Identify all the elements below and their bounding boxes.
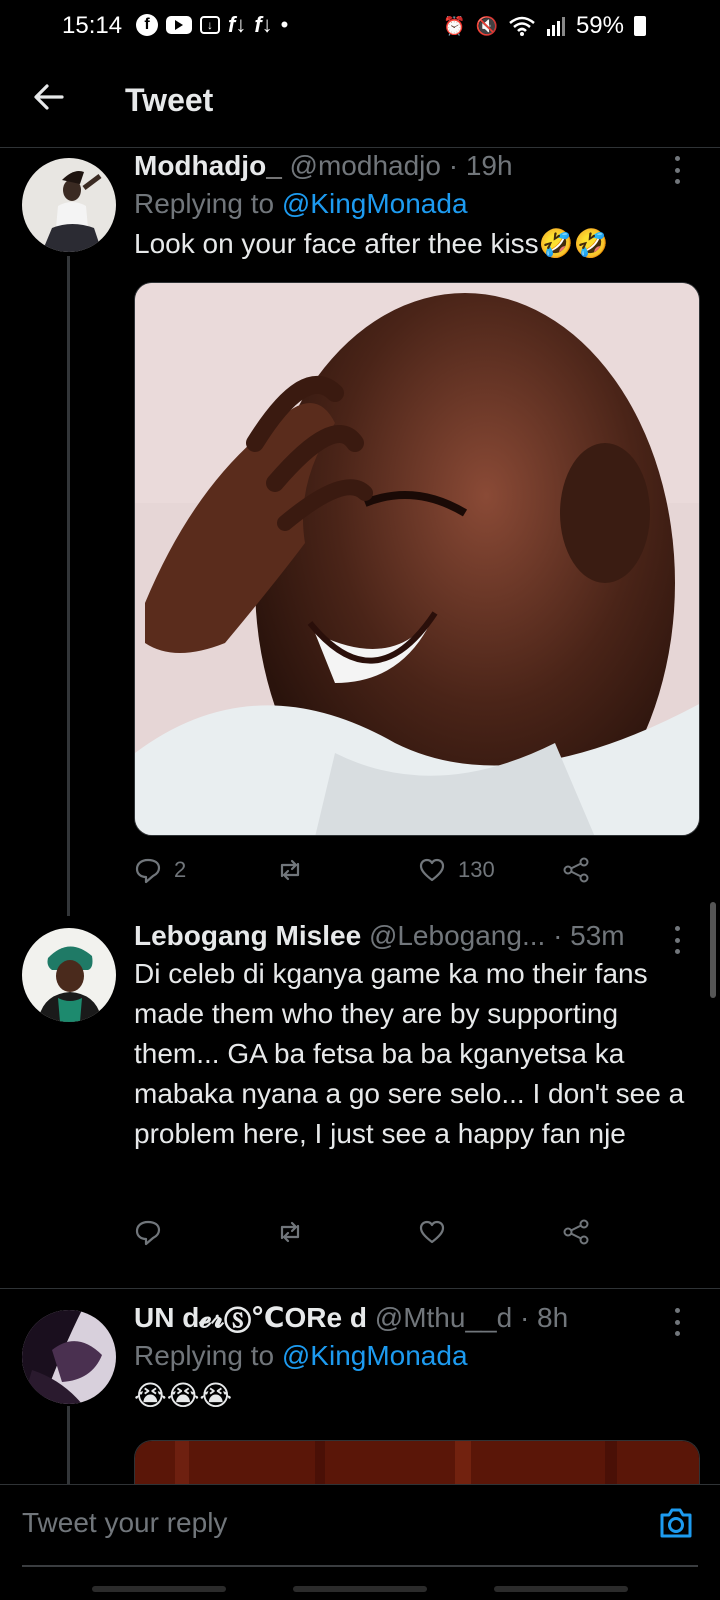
fl-icon: f↓ — [254, 12, 273, 37]
avatar[interactable] — [22, 928, 116, 1022]
like-count: 130 — [458, 857, 495, 882]
replying-to-label: Replying to — [134, 188, 282, 219]
signal-icon — [546, 17, 565, 36]
retweet-icon — [280, 859, 300, 881]
replying-to-link[interactable]: @KingMonada — [282, 188, 468, 219]
like-button[interactable] — [418, 1212, 458, 1252]
top-app-bar: Tweet — [0, 52, 720, 148]
status-bar: 15:14 f ↓ f↓ f↓ • ⏰ 🔇 59% — [0, 0, 720, 52]
mute-icon: 🔇 — [475, 15, 498, 36]
tweet-actions — [134, 1212, 614, 1252]
reply-input[interactable] — [22, 1507, 582, 1539]
tweet-time: · 8h — [519, 1302, 569, 1333]
wifi-icon — [509, 16, 535, 36]
author-name[interactable]: UN d𝓮𝓻Ⓢ℃ORe d — [134, 1302, 367, 1333]
scrollbar[interactable] — [710, 902, 716, 998]
author-name[interactable]: Lebogang Mislee — [134, 920, 361, 951]
reply-button[interactable]: 2 — [134, 850, 186, 890]
tweet[interactable]: UN d𝓮𝓻Ⓢ℃ORe d @Mthu__d · 8h Replying to … — [0, 1300, 720, 1500]
replying-to-label: Replying to — [134, 1340, 282, 1371]
battery-percent: 59% — [575, 12, 624, 39]
tweet-body: UN d𝓮𝓻Ⓢ℃ORe d @Mthu__d · 8h Replying to … — [134, 1300, 690, 1416]
reply-composer — [0, 1484, 720, 1567]
status-time: 15:14 — [62, 12, 123, 39]
replying-to: Replying to @KingMonada — [134, 184, 690, 224]
tweet-text: Look on your face after thee kiss🤣🤣 — [134, 228, 609, 259]
thread-line — [67, 256, 70, 916]
tweet-actions: 2 130 — [134, 850, 614, 890]
nav-handle — [293, 1586, 427, 1592]
reply-button[interactable] — [134, 1212, 174, 1252]
tweet-body: Modhadjo_ @modhadjo · 19h Replying to @K… — [134, 148, 690, 264]
tweet-body: Lebogang Mislee @Lebogang... · 53m Di ce… — [134, 918, 690, 1154]
heart-icon — [419, 858, 445, 882]
tweet-media-image[interactable] — [134, 282, 700, 836]
camera-icon[interactable] — [656, 1503, 696, 1543]
replying-to: Replying to @KingMonada — [134, 1336, 690, 1376]
nav-handle — [92, 1586, 226, 1592]
more-options-icon[interactable] — [672, 156, 682, 184]
notification-icons: f ↓ f↓ f↓ • — [136, 12, 289, 37]
download-icon: ↓ — [200, 16, 220, 34]
share-icon — [563, 857, 589, 883]
avatar[interactable] — [22, 158, 116, 252]
author-handle[interactable]: @Mthu__d — [375, 1302, 512, 1333]
author-handle[interactable]: @modhadjo — [290, 150, 441, 181]
more-options-icon[interactable] — [672, 926, 682, 954]
author-handle[interactable]: @Lebogang... — [369, 920, 545, 951]
retweet-button[interactable] — [276, 1212, 316, 1252]
replying-to-link[interactable]: @KingMonada — [282, 1340, 468, 1371]
reply-input-underline — [22, 1565, 698, 1567]
more-options-icon[interactable] — [672, 1308, 682, 1336]
reply-icon — [135, 1220, 161, 1246]
retweet-button[interactable] — [276, 850, 316, 890]
more-notifications-icon: • — [280, 12, 289, 37]
tweet-time: · 53m — [553, 920, 625, 951]
heart-icon — [419, 1220, 445, 1244]
tweet-time: · 19h — [448, 150, 513, 181]
author-name[interactable]: Modhadjo_ — [134, 150, 282, 181]
share-button[interactable] — [562, 850, 590, 890]
retweet-icon — [280, 1221, 300, 1243]
tweet-header: Modhadjo_ @modhadjo · 19h — [134, 148, 690, 184]
tweet-text: 😭😭😭 — [134, 1380, 233, 1411]
tweet-text: Di celeb di kganya game ka mo their fans… — [134, 958, 685, 1149]
tweet[interactable]: Lebogang Mislee @Lebogang... · 53m Di ce… — [0, 918, 720, 1288]
nav-handle — [494, 1586, 628, 1592]
youtube-icon — [166, 16, 192, 34]
reply-icon — [135, 858, 161, 884]
tweet-header: UN d𝓮𝓻Ⓢ℃ORe d @Mthu__d · 8h — [134, 1300, 690, 1336]
fl-icon: f↓ — [228, 12, 247, 37]
alarm-icon: ⏰ — [443, 15, 466, 36]
like-button[interactable]: 130 — [418, 850, 495, 890]
share-icon — [563, 1219, 589, 1245]
facebook-icon: f — [136, 14, 158, 36]
divider — [0, 1288, 720, 1289]
tweet[interactable]: Modhadjo_ @modhadjo · 19h Replying to @K… — [0, 148, 720, 918]
back-arrow-icon[interactable] — [32, 80, 66, 114]
system-icons: ⏰ 🔇 59% — [443, 12, 646, 40]
battery-icon — [634, 16, 646, 36]
tweet-header: Lebogang Mislee @Lebogang... · 53m — [134, 918, 690, 954]
share-button[interactable] — [562, 1212, 590, 1252]
thread-line — [67, 1406, 70, 1486]
page-title: Tweet — [125, 82, 214, 118]
avatar[interactable] — [22, 1310, 116, 1404]
reply-count: 2 — [174, 857, 187, 882]
